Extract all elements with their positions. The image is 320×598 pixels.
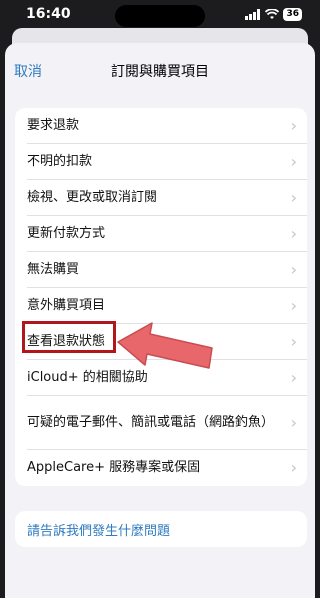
page-title: 訂閱與購買項目 [111,64,209,80]
chevron-right-icon: › [290,188,297,207]
list-item-accidental-purchase[interactable]: 意外購買項目 › [15,288,307,324]
list-item-manage-subscriptions[interactable]: 檢視、更改或取消訂閱 › [15,180,307,216]
list-item-label: 要求退款 [27,118,80,133]
list-item-label: AppleCare+ 服務專案或保固 [27,460,201,475]
highlight-annotation [22,321,116,353]
chevron-right-icon: › [290,260,297,279]
list-item-update-payment[interactable]: 更新付款方式 › [15,216,307,252]
list-item-icloud-help[interactable]: iCloud+ 的相關協助 › [15,360,307,396]
list-item-label: 更新付款方式 [27,226,106,241]
chevron-right-icon: › [290,332,297,351]
chevron-right-icon: › [290,368,297,387]
chevron-right-icon: › [290,116,297,135]
signal-icon [245,9,261,20]
chevron-right-icon: › [290,296,297,315]
list-item-phishing[interactable]: 可疑的電子郵件、簡訊或電話（網路釣魚） › [15,396,307,450]
list-item-applecare[interactable]: AppleCare+ 服務專案或保固 › [15,450,307,486]
chevron-right-icon: › [290,458,297,477]
list-item-label: 意外購買項目 [27,298,106,313]
tell-us-problem-link[interactable]: 請告訴我們發生什麼問題 [15,511,307,547]
list-item-label: 無法購買 [27,262,80,277]
options-list: 要求退款 › 不明的扣款 › 檢視、更改或取消訂閱 › 更新付款方式 › 無法購… [15,108,307,486]
chevron-right-icon: › [290,413,297,432]
list-item-label: 不明的扣款 [27,154,93,169]
list-item-label: 檢視、更改或取消訂閱 [27,190,158,205]
wifi-icon [265,9,280,19]
status-icons: 36 [245,8,302,21]
nav-bar: 取消 訂閱與購買項目 [5,43,315,97]
list-item-cannot-purchase[interactable]: 無法購買 › [15,252,307,288]
status-time: 16:40 [26,6,71,22]
list-item-request-refund[interactable]: 要求退款 › [15,108,307,144]
chevron-right-icon: › [290,224,297,243]
list-item-label: 可疑的電子郵件、簡訊或電話（網路釣魚） [27,415,275,430]
dynamic-island [115,5,205,27]
list-item-label: iCloud+ 的相關協助 [27,370,148,385]
chevron-right-icon: › [290,152,297,171]
battery-icon: 36 [283,8,302,21]
list-item-unknown-charge[interactable]: 不明的扣款 › [15,144,307,180]
feedback-group: 請告訴我們發生什麼問題 [15,511,307,547]
